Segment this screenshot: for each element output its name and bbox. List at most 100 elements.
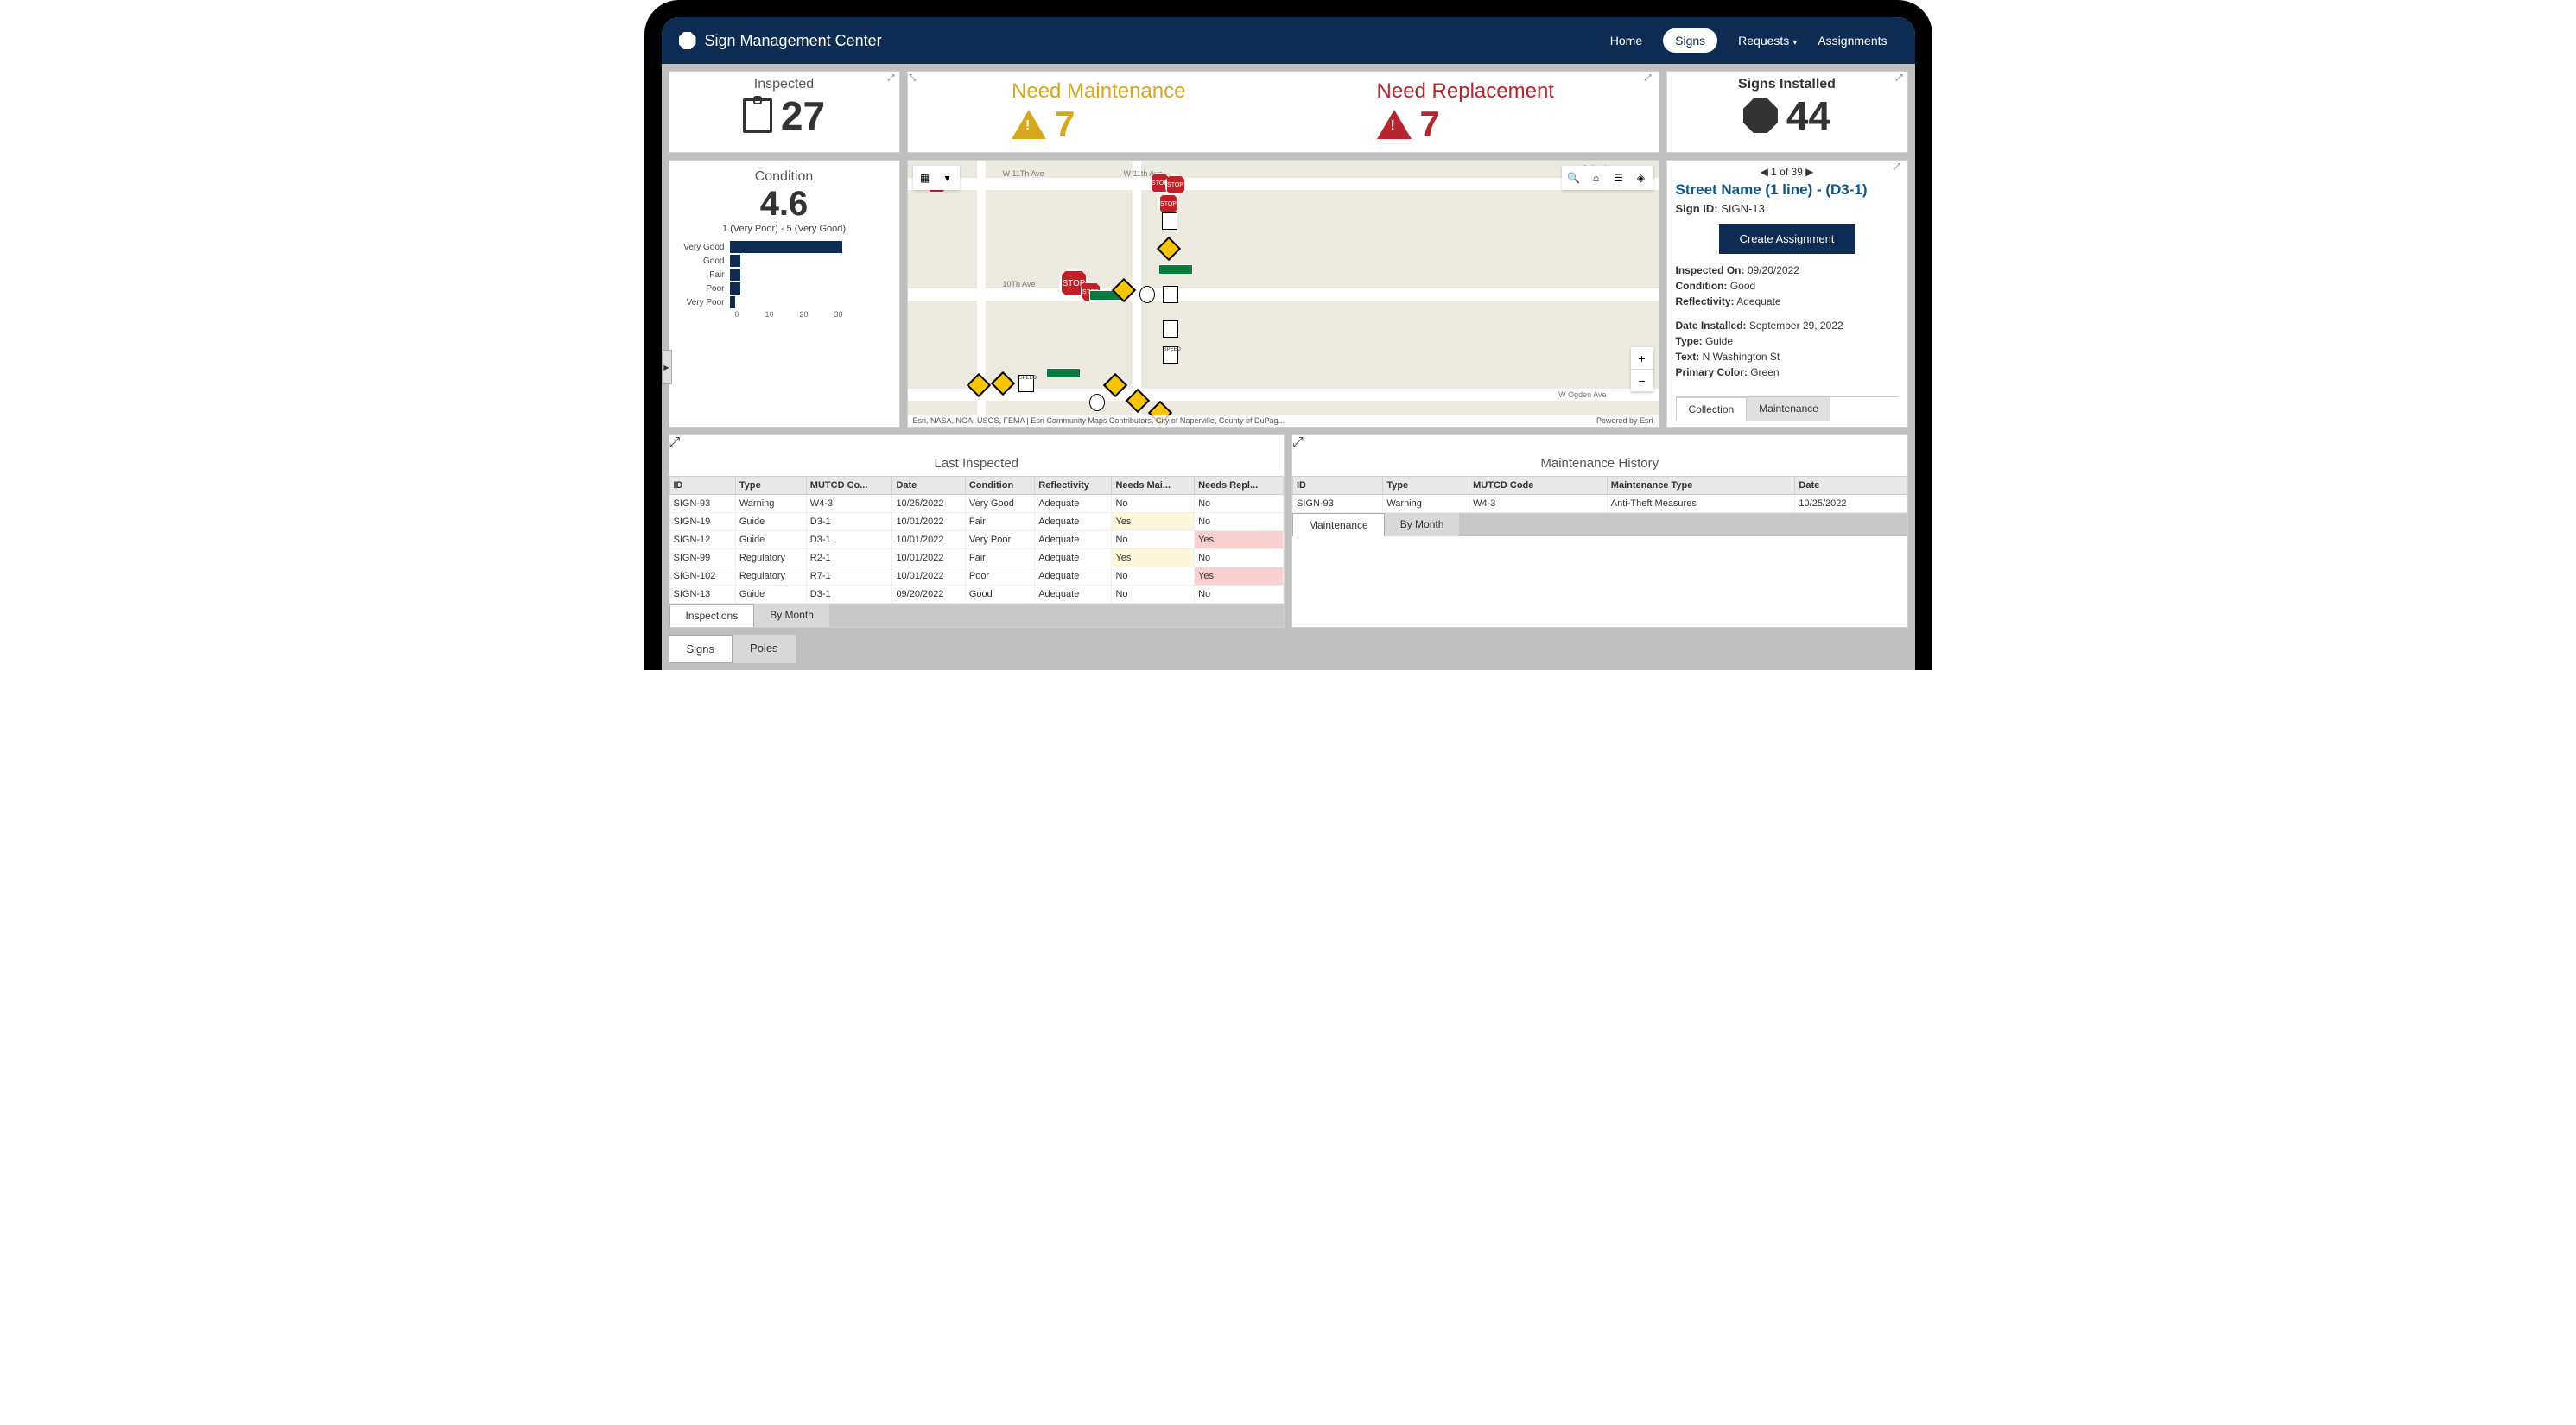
nav-signs[interactable]: Signs: [1663, 28, 1717, 53]
expand-icon[interactable]: ⤡: [910, 73, 922, 86]
condition-label: Condition: [678, 169, 891, 185]
table-row[interactable]: SIGN-99RegulatoryR2-110/01/2022FairAdequ…: [669, 549, 1284, 567]
detail-pager: ◀ 1 of 39 ▶: [1676, 166, 1899, 178]
kpi-inspected: ⤢ Inspected 27: [669, 71, 900, 153]
map-toolbar: ▦ ▾: [913, 166, 960, 190]
col-date[interactable]: Date: [1795, 477, 1907, 495]
col-type[interactable]: Type: [1383, 477, 1469, 495]
warning-diamond-icon[interactable]: [1156, 237, 1180, 261]
col-date[interactable]: Date: [892, 477, 965, 495]
expand-icon[interactable]: ⤢: [1894, 73, 1906, 86]
map-dropdown-button[interactable]: ▾: [937, 168, 958, 188]
speed-limit-sign-icon[interactable]: SPEED: [1163, 346, 1178, 364]
expand-icon[interactable]: ⤢: [669, 435, 681, 450]
octagon-sign-icon: [1743, 98, 1778, 133]
nav-assignments[interactable]: Assignments: [1818, 34, 1887, 48]
last-inspected-title: Last Inspected: [669, 451, 1285, 476]
col-type[interactable]: Type: [735, 477, 806, 495]
app-title: Sign Management Center: [705, 32, 882, 50]
layers-icon[interactable]: ◈: [1631, 168, 1652, 188]
no-turn-sign-icon[interactable]: [1089, 394, 1105, 411]
map-tools: 🔍 ⌂ ☰ ◈: [1562, 166, 1653, 190]
table-row[interactable]: SIGN-102RegulatoryR7-110/01/2022PoorAdeq…: [669, 567, 1284, 586]
kpi-installed-label: Signs Installed: [1676, 77, 1899, 92]
map-panel[interactable]: W 11Th Ave W 11th Ave 10Th Ave W Ogden A…: [907, 160, 1659, 428]
no-parking-sign-icon[interactable]: [1163, 286, 1178, 303]
sidebar-expand-handle[interactable]: ▶: [662, 350, 672, 384]
col-mutcd[interactable]: MUTCD Code: [1469, 477, 1608, 495]
kpi-installed: ⤢ Signs Installed 44: [1666, 71, 1908, 153]
create-assignment-button[interactable]: Create Assignment: [1719, 224, 1856, 254]
last-inspected-table: IDTypeMUTCD Co...DateConditionReflectivi…: [669, 476, 1285, 604]
kpi-inspected-value: 27: [781, 92, 825, 139]
condition-panel: Condition 4.6 1 (Very Poor) - 5 (Very Go…: [669, 160, 900, 428]
table-row[interactable]: SIGN-19GuideD3-110/01/2022FairAdequateYe…: [669, 513, 1284, 531]
tab-maintenance[interactable]: Maintenance: [1292, 513, 1385, 536]
tab-collection[interactable]: Collection: [1676, 397, 1748, 421]
condition-scale: 1 (Very Poor) - 5 (Very Good): [678, 224, 891, 234]
col-id[interactable]: ID: [1293, 477, 1383, 495]
table-row[interactable]: SIGN-93WarningW4-310/25/2022Very GoodAde…: [669, 495, 1284, 513]
tab-signs[interactable]: Signs: [669, 635, 733, 663]
col-id[interactable]: ID: [669, 477, 735, 495]
kpi-alerts: ⤡ ⤢ Need Maintenance ! 7 Need Replacemen…: [907, 71, 1659, 153]
maintenance-history-table: IDTypeMUTCD CodeMaintenance TypeDate SIG…: [1292, 476, 1907, 513]
col-mtype[interactable]: Maintenance Type: [1607, 477, 1795, 495]
kpi-inspected-label: Inspected: [678, 77, 891, 92]
kpi-need-maintenance: Need Maintenance ! 7: [1012, 79, 1185, 145]
zoom-out-button[interactable]: −: [1631, 370, 1653, 392]
guide-sign-icon[interactable]: [1046, 368, 1081, 378]
warning-triangle-icon: !: [1012, 110, 1046, 139]
col-mutcd[interactable]: MUTCD Co...: [806, 477, 892, 495]
regulatory-sign-icon[interactable]: [1162, 212, 1177, 230]
col-maint[interactable]: Needs Mai...: [1112, 477, 1195, 495]
warning-triangle-icon: !: [1377, 110, 1412, 139]
tab-by-month[interactable]: By Month: [1385, 513, 1460, 536]
col-cond[interactable]: Condition: [965, 477, 1034, 495]
no-parking-sign-icon[interactable]: [1163, 320, 1178, 338]
maintenance-history-title: Maintenance History: [1292, 451, 1907, 476]
speed-limit-sign-icon[interactable]: SPEED: [1018, 375, 1034, 392]
col-repl[interactable]: Needs Repl...: [1195, 477, 1284, 495]
condition-score: 4.6: [678, 185, 891, 224]
pager-next[interactable]: ▶: [1805, 166, 1813, 178]
home-icon[interactable]: ⌂: [1586, 168, 1607, 188]
zoom-in-button[interactable]: +: [1631, 347, 1653, 370]
tab-inspections[interactable]: Inspections: [669, 604, 755, 627]
stop-sign-icon[interactable]: STOP: [1158, 193, 1179, 214]
street-label: 10Th Ave: [1003, 280, 1036, 288]
no-entry-sign-icon[interactable]: [1139, 286, 1155, 303]
maintenance-history-panel: ⤢ Maintenance History IDTypeMUTCD CodeMa…: [1291, 434, 1908, 628]
street-label: W 11Th Ave: [1003, 169, 1044, 178]
search-icon[interactable]: 🔍: [1564, 168, 1584, 188]
table-row[interactable]: SIGN-12GuideD3-110/01/2022Very PoorAdequ…: [669, 531, 1284, 549]
map-zoom: + −: [1631, 347, 1653, 392]
expand-icon[interactable]: ⤢: [1894, 162, 1906, 174]
street-label: W Ogden Ave: [1558, 390, 1606, 399]
pager-prev[interactable]: ◀: [1761, 166, 1768, 178]
expand-icon[interactable]: ⤢: [1645, 73, 1657, 86]
map-attribution: Esri, NASA, NGA, USGS, FEMA | Esri Commu…: [908, 415, 1659, 427]
last-inspected-panel: ⤢ Last Inspected IDTypeMUTCD Co...DateCo…: [669, 434, 1285, 628]
guide-sign-icon[interactable]: [1158, 264, 1193, 275]
kpi-need-replacement: Need Replacement ! 7: [1377, 79, 1554, 145]
expand-icon[interactable]: ⤢: [885, 73, 898, 86]
map-basemap-button[interactable]: ▦: [915, 168, 936, 188]
app-logo-icon: [679, 32, 696, 49]
nav-home[interactable]: Home: [1610, 34, 1642, 48]
nav-requests[interactable]: Requests: [1738, 34, 1797, 48]
top-nav: Sign Management Center Home Signs Reques…: [662, 17, 1915, 64]
tab-maintenance[interactable]: Maintenance: [1747, 397, 1830, 421]
table-row[interactable]: SIGN-13GuideD3-109/20/2022GoodAdequateNo…: [669, 586, 1284, 604]
tab-by-month[interactable]: By Month: [754, 604, 829, 627]
condition-bar-chart: Very GoodGoodFairPoorVery Poor0102030: [678, 241, 891, 319]
kpi-installed-value: 44: [1786, 92, 1830, 139]
sign-detail-panel: ⤢ ◀ 1 of 39 ▶ Street Name (1 line) - (D3…: [1666, 160, 1908, 428]
col-refl[interactable]: Reflectivity: [1035, 477, 1112, 495]
legend-icon[interactable]: ☰: [1608, 168, 1629, 188]
detail-sign-id: SIGN-13: [1721, 202, 1765, 215]
clipboard-icon: [743, 98, 772, 133]
table-row[interactable]: SIGN-93WarningW4-3Anti-Theft Measures10/…: [1293, 495, 1907, 513]
tab-poles[interactable]: Poles: [733, 635, 796, 663]
expand-icon[interactable]: ⤢: [1292, 435, 1304, 450]
